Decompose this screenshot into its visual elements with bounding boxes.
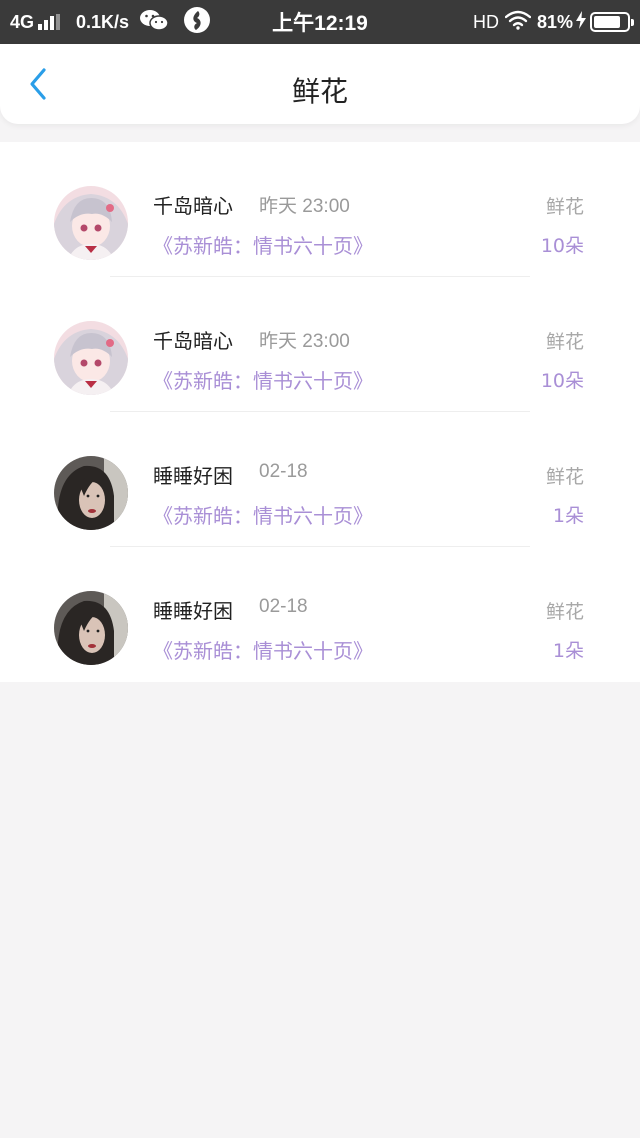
photo-avatar-image: [54, 456, 128, 530]
gift-type: 鲜花: [545, 601, 584, 623]
gift-count: 10朵: [540, 370, 584, 392]
book-title-link[interactable]: 《苏新皓：情书六十页》: [153, 635, 373, 664]
back-button[interactable]: [18, 64, 58, 104]
flower-gift-list: 千岛暗心 昨天 23:00 《苏新皓：情书六十页》 鲜花 10朵 千岛暗心 昨天…: [0, 142, 640, 682]
navigation-bar: 鲜花: [0, 44, 640, 124]
network-type: 4G: [10, 11, 35, 32]
anime-avatar-image: [54, 186, 128, 260]
wechat-icon: [139, 8, 169, 37]
gift-type: 鲜花: [545, 466, 584, 488]
status-bar-left: 4G 0.1K/s: [10, 0, 211, 44]
hd-indicator: HD: [472, 11, 499, 32]
gift-time: 02-18: [259, 461, 308, 482]
list-item[interactable]: 千岛暗心 昨天 23:00 《苏新皓：情书六十页》 鲜花 10朵: [0, 277, 640, 412]
gift-time: 昨天 23:00: [259, 196, 350, 217]
gift-time: 昨天 23:00: [259, 331, 350, 352]
battery-percent: 81%: [536, 11, 573, 32]
page-title: 鲜花: [291, 75, 348, 108]
anime-avatar-image: [54, 321, 128, 395]
avatar: [54, 456, 128, 530]
chevron-left-icon: [30, 68, 46, 100]
wifi-icon: [504, 10, 532, 35]
gift-count: 1朵: [552, 640, 584, 662]
sender-name: 睡睡好困: [153, 464, 233, 488]
gift-type: 鲜花: [545, 331, 584, 353]
photo-avatar-image: [54, 591, 128, 665]
status-bar-right: HD 81%: [472, 0, 634, 44]
sender-name: 千岛暗心: [153, 194, 233, 218]
battery-icon: [590, 12, 634, 32]
battery-fill: [594, 16, 620, 28]
gift-count: 10朵: [540, 235, 584, 257]
avatar: [54, 591, 128, 665]
app-notification-icon: [183, 6, 211, 39]
book-title-link[interactable]: 《苏新皓：情书六十页》: [153, 365, 373, 394]
gift-count: 1朵: [552, 505, 584, 527]
book-title-link[interactable]: 《苏新皓：情书六十页》: [153, 500, 373, 529]
gift-type: 鲜花: [545, 196, 584, 218]
avatar: [54, 321, 128, 395]
status-bar: 4G 0.1K/s 上午12:19 HD 81%: [0, 0, 640, 44]
list-item[interactable]: 千岛暗心 昨天 23:00 《苏新皓：情书六十页》 鲜花 10朵: [0, 142, 640, 277]
sender-name: 睡睡好困: [153, 599, 233, 623]
list-item[interactable]: 睡睡好困 02-18 《苏新皓：情书六十页》 鲜花 1朵: [0, 412, 640, 547]
network-speed: 0.1K/s: [76, 11, 130, 32]
sender-name: 千岛暗心: [153, 329, 233, 353]
gift-time: 02-18: [259, 596, 308, 617]
list-item[interactable]: 睡睡好困 02-18 《苏新皓：情书六十页》 鲜花 1朵: [0, 547, 640, 682]
book-title-link[interactable]: 《苏新皓：情书六十页》: [153, 230, 373, 259]
charging-icon: [576, 10, 586, 34]
avatar: [54, 186, 128, 260]
signal-icon: [38, 14, 62, 30]
